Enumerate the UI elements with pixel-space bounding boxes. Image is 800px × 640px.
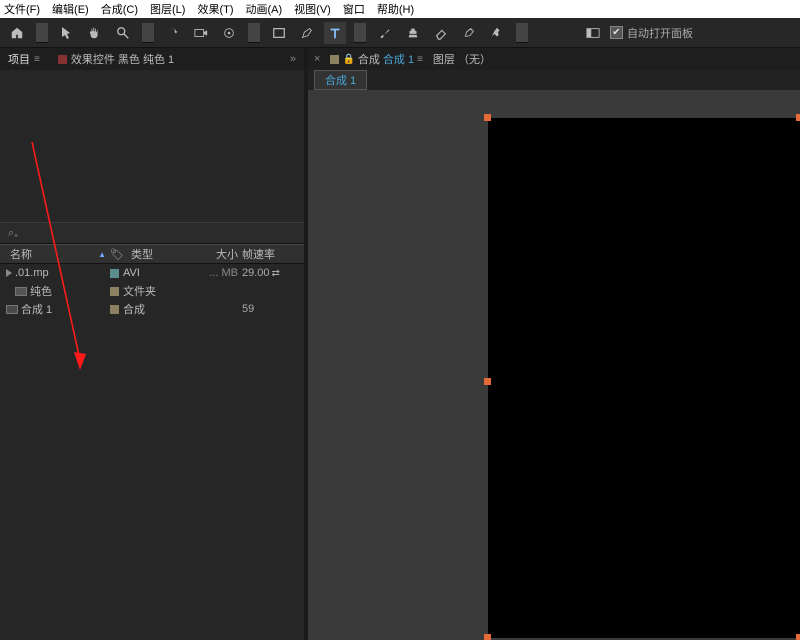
footage-icon [6,269,12,277]
composition-icon [6,305,18,314]
col-size[interactable]: 大小 [180,246,238,262]
pin-tool-icon[interactable] [486,22,508,44]
project-table-body: .01.mp AVI ... MB 29.00⇄ 纯色 文件夹 合成 1 合成 … [0,264,304,640]
pan-behind-icon[interactable] [218,22,240,44]
hand-tool-icon[interactable] [84,22,106,44]
label-tag-icon: 🏷 [110,248,124,261]
auto-open-panel[interactable]: ✔ 自动打开面板 [610,25,693,41]
separator [248,23,260,43]
tab-overflow-icon[interactable]: » [290,53,296,65]
search-input[interactable] [22,227,304,239]
menu-window[interactable]: 窗口 [343,1,365,17]
separator [142,23,154,43]
transform-handle[interactable] [484,634,491,640]
transform-handle[interactable] [484,114,491,121]
col-name[interactable]: 名称 ▲ [0,246,110,262]
tab-effect-controls[interactable]: 效果控件 黑色 纯色 1 [58,51,174,67]
tab-layer-viewer[interactable]: 图层 （无） [433,51,491,67]
camera-tool-icon[interactable] [190,22,212,44]
pen-tool-icon[interactable] [296,22,318,44]
sort-indicator-icon: ▲ [98,250,106,259]
composition-panel: × 🔒 合成 合成 1 ≡ 图层 （无） 合成 1 a [308,48,800,640]
composition-sub-tabs: 合成 1 [308,70,800,90]
lock-icon: 🔒 [342,54,354,65]
zoom-tool-icon[interactable] [112,22,134,44]
clone-stamp-icon[interactable] [402,22,424,44]
orbit-camera-icon[interactable] [162,22,184,44]
separator [36,23,48,43]
text-tool-icon[interactable] [324,22,346,44]
sub-tab-comp[interactable]: 合成 1 [314,70,367,90]
separator [516,23,528,43]
project-search[interactable]: ⌕₊ [0,222,304,244]
table-row[interactable]: .01.mp AVI ... MB 29.00⇄ [0,264,304,282]
checkbox-icon[interactable]: ✔ [610,26,623,39]
separator [354,23,366,43]
roto-brush-icon[interactable] [458,22,480,44]
menu-animation[interactable]: 动画(A) [246,1,283,17]
folder-icon [15,287,27,296]
col-type[interactable]: 🏷 类型 [110,246,180,262]
project-thumbnail-area [0,70,304,222]
table-row[interactable]: 合成 1 合成 59 [0,300,304,318]
transform-handle[interactable] [484,378,491,385]
label-color-icon [330,55,339,64]
search-icon: ⌕₊ [8,227,18,240]
selection-tool-icon[interactable] [56,22,78,44]
color-chip-icon [58,55,67,64]
tab-comp-viewer[interactable]: 🔒 合成 合成 1 ≡ [330,51,422,67]
composition-canvas[interactable]: a [488,118,800,638]
composition-viewer[interactable]: a [308,90,800,640]
col-fps[interactable]: 帧速率 [238,246,304,262]
label-color-icon [110,287,119,296]
composition-panel-tabs: × 🔒 合成 合成 1 ≡ 图层 （无） [308,48,800,70]
panel-menu-icon[interactable] [582,22,604,44]
auto-open-label: 自动打开面板 [627,25,693,41]
project-panel: 项目 ≡ 效果控件 黑色 纯色 1 » ⌕₊ 名称 ▲ [0,48,308,640]
eraser-tool-icon[interactable] [430,22,452,44]
label-color-icon [110,269,119,278]
menu-view[interactable]: 视图(V) [294,1,331,17]
menu-bar: 文件(F) 编辑(E) 合成(C) 图层(L) 效果(T) 动画(A) 视图(V… [0,0,800,18]
transform-handle[interactable] [796,634,800,640]
menu-file[interactable]: 文件(F) [4,1,40,17]
link-icon: ⇄ [272,268,280,279]
table-row[interactable]: 纯色 文件夹 [0,282,304,300]
menu-composition[interactable]: 合成(C) [101,1,138,17]
panel-menu-icon[interactable]: ≡ [34,54,40,65]
toolbar: ✔ 自动打开面板 [0,18,800,48]
menu-layer[interactable]: 图层(L) [150,1,185,17]
tab-project[interactable]: 项目 ≡ [8,51,40,67]
label-color-icon [110,305,119,314]
close-icon[interactable]: × [314,53,320,65]
menu-help[interactable]: 帮助(H) [377,1,414,17]
panel-menu-icon[interactable]: ≡ [417,54,423,65]
menu-edit[interactable]: 编辑(E) [52,1,89,17]
brush-tool-icon[interactable] [374,22,396,44]
project-table-header: 名称 ▲ 🏷 类型 大小 帧速率 [0,244,304,264]
rectangle-tool-icon[interactable] [268,22,290,44]
transform-handle[interactable] [796,114,800,121]
menu-effect[interactable]: 效果(T) [197,1,233,17]
project-panel-tabs: 项目 ≡ 效果控件 黑色 纯色 1 » [0,48,304,70]
home-icon[interactable] [6,22,28,44]
